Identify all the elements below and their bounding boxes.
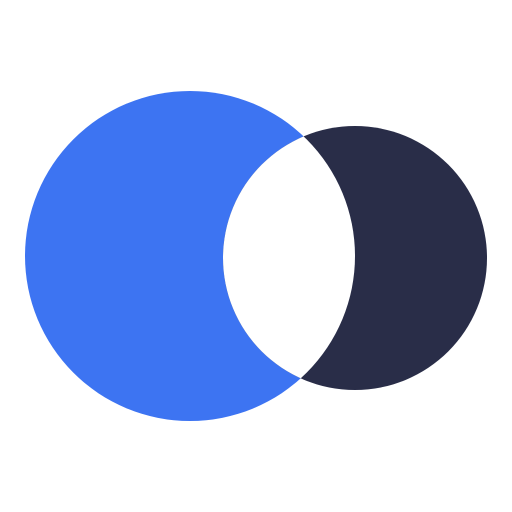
overlapping-circles-logo-icon <box>0 0 512 512</box>
logo <box>0 0 512 512</box>
